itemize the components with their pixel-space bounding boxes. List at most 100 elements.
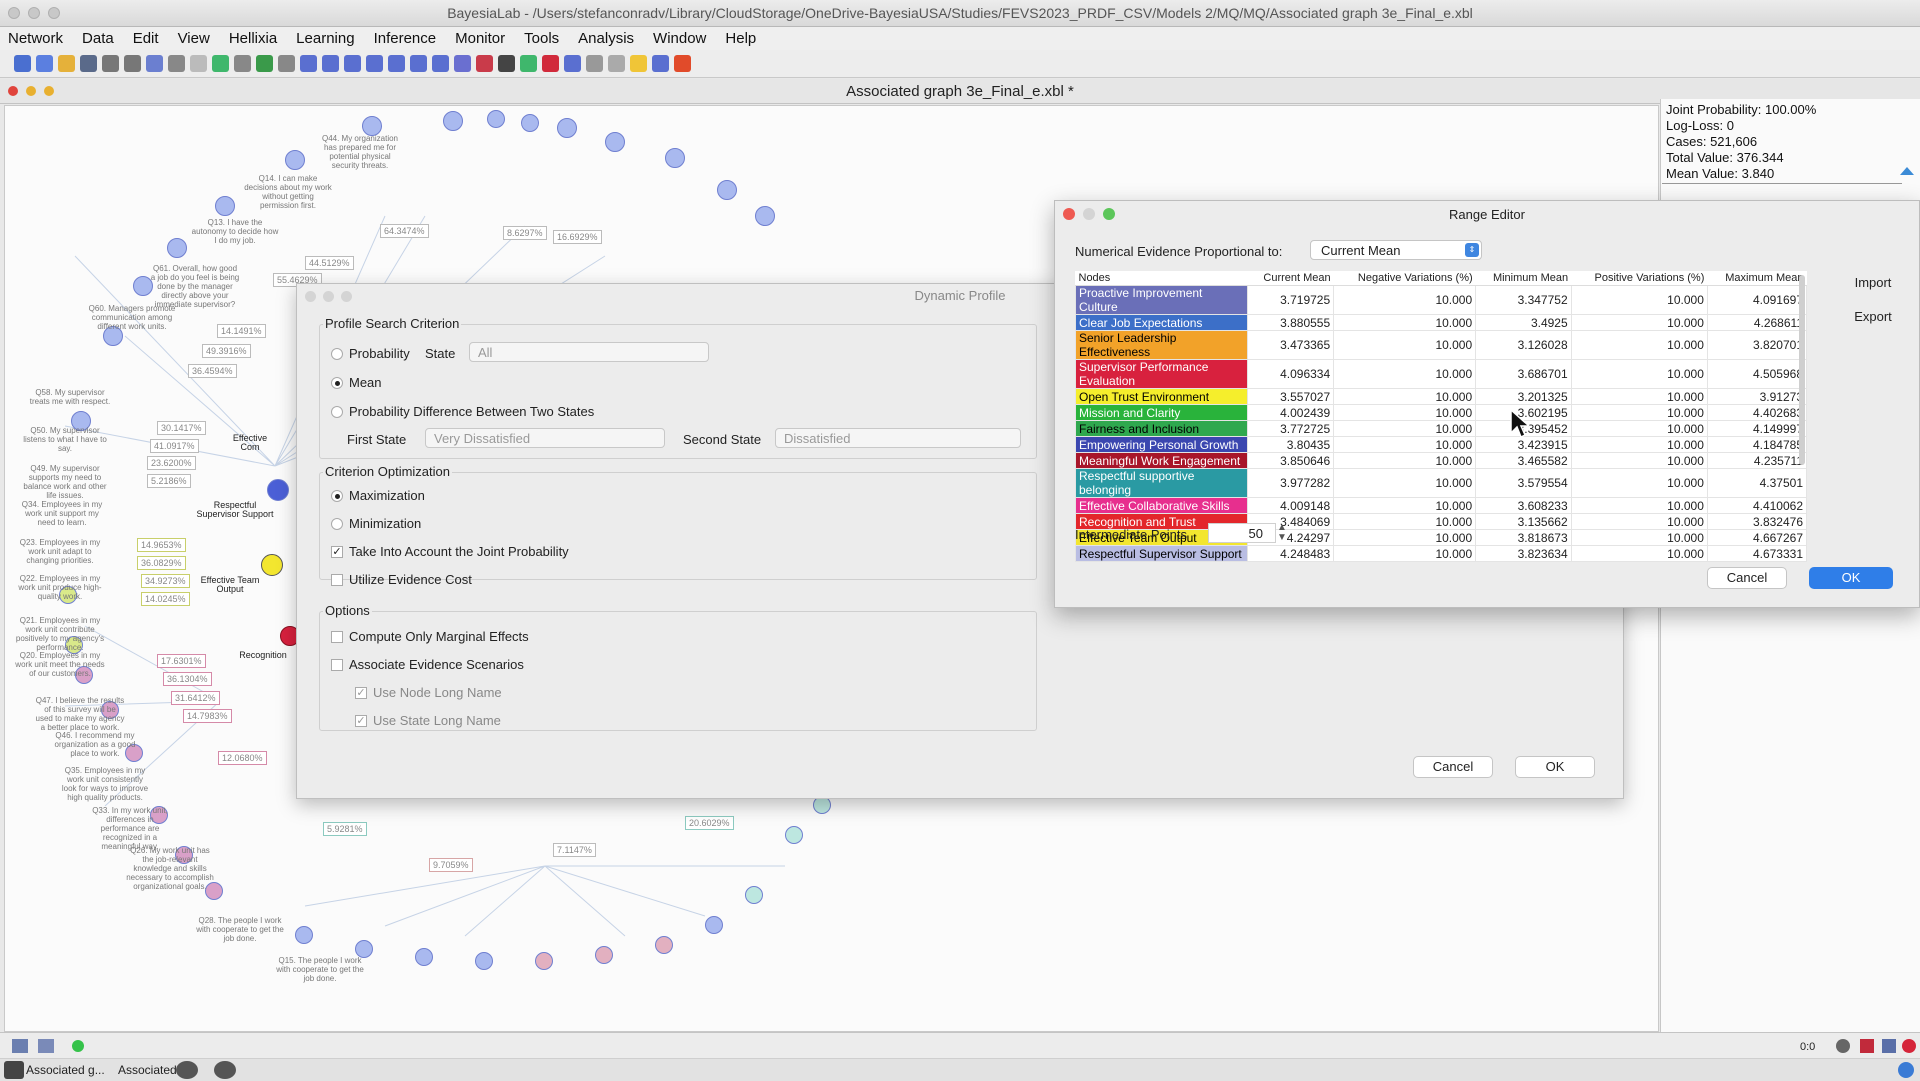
maximum-mean-cell[interactable]: 3.91273 bbox=[1706, 388, 1808, 405]
node-icon[interactable] bbox=[454, 55, 471, 72]
graph-node[interactable] bbox=[285, 150, 305, 170]
positive-variation-cell[interactable]: 10.000 bbox=[1570, 452, 1708, 469]
graph-node[interactable] bbox=[535, 952, 553, 970]
positive-variation-cell[interactable]: 10.000 bbox=[1570, 436, 1708, 453]
minimum-mean-cell[interactable]: 3.608233 bbox=[1475, 497, 1572, 514]
minimization-radio[interactable]: Minimization bbox=[331, 516, 421, 531]
range-table-row[interactable]: Open Trust Environment 3.557027 10.000 3.20… bbox=[1075, 388, 1808, 405]
maximum-mean-cell[interactable]: 4.184785 bbox=[1706, 436, 1808, 453]
redo-icon[interactable] bbox=[278, 55, 295, 72]
orange-tool-icon[interactable] bbox=[674, 55, 691, 72]
rotate-icon[interactable] bbox=[410, 55, 427, 72]
current-mean-cell[interactable]: 3.772725 bbox=[1246, 420, 1335, 437]
note-icon[interactable] bbox=[630, 55, 647, 72]
menu-edit[interactable]: Edit bbox=[133, 30, 159, 47]
negative-variation-cell[interactable]: 10.000 bbox=[1333, 513, 1477, 530]
current-mean-cell[interactable]: 3.880555 bbox=[1246, 314, 1335, 331]
graph-node[interactable] bbox=[717, 180, 737, 200]
graph-node[interactable] bbox=[475, 952, 493, 970]
zoom-out-icon[interactable] bbox=[322, 55, 339, 72]
negative-variation-cell[interactable]: 10.000 bbox=[1333, 359, 1477, 389]
home-icon[interactable] bbox=[14, 55, 31, 72]
chart-icon[interactable] bbox=[498, 55, 515, 72]
negative-variation-cell[interactable]: 10.000 bbox=[1333, 420, 1477, 437]
range-table-row[interactable]: Clear Job Expectations 3.880555 10.000 3.49… bbox=[1075, 314, 1808, 331]
align-icon[interactable] bbox=[388, 55, 405, 72]
intermediate-points-input[interactable]: 50 bbox=[1208, 523, 1276, 543]
layout-icon[interactable] bbox=[366, 55, 383, 72]
scroll-up-icon[interactable] bbox=[1900, 167, 1914, 175]
maximum-mean-cell[interactable]: 4.149997 bbox=[1706, 420, 1808, 437]
current-mean-cell[interactable]: 4.248483 bbox=[1246, 545, 1335, 562]
minimum-mean-cell[interactable]: 3.135662 bbox=[1475, 513, 1572, 530]
graph-node[interactable] bbox=[215, 196, 235, 216]
range-table-row[interactable]: Effective Collaborative Skills 4.009148 10… bbox=[1075, 497, 1808, 514]
graph-node[interactable] bbox=[755, 206, 775, 226]
negative-variation-cell[interactable]: 10.000 bbox=[1333, 314, 1477, 331]
current-mean-cell[interactable]: 4.096334 bbox=[1246, 359, 1335, 389]
negative-variation-cell[interactable]: 10.000 bbox=[1333, 436, 1477, 453]
arrow-tool-icon[interactable] bbox=[12, 1039, 28, 1053]
minimum-mean-cell[interactable]: 3.347752 bbox=[1475, 285, 1572, 315]
graph-node[interactable] bbox=[557, 118, 577, 138]
mean-radio[interactable]: Mean bbox=[331, 375, 382, 390]
range-table-row[interactable]: Proactive Improvement Culture 3.719725 10.… bbox=[1075, 285, 1808, 315]
menu-hellixia[interactable]: Hellixia bbox=[229, 30, 277, 47]
current-mean-cell[interactable]: 3.473365 bbox=[1246, 330, 1335, 360]
maximum-mean-cell[interactable]: 4.235711 bbox=[1706, 452, 1808, 469]
graph-node[interactable] bbox=[785, 826, 803, 844]
current-mean-cell[interactable]: 3.719725 bbox=[1246, 285, 1335, 315]
positive-variation-cell[interactable]: 10.000 bbox=[1570, 513, 1708, 530]
graph-node[interactable] bbox=[415, 948, 433, 966]
current-mean-cell[interactable]: 4.002439 bbox=[1246, 404, 1335, 421]
graph-node[interactable] bbox=[665, 148, 685, 168]
stepper-icon[interactable]: ▲ ▼ bbox=[1277, 523, 1287, 543]
evidence-cost-checkbox[interactable]: Utilize Evidence Cost bbox=[331, 572, 472, 587]
graph-node[interactable] bbox=[267, 479, 289, 501]
ok-button[interactable]: OK bbox=[1515, 756, 1595, 778]
range-table-row[interactable]: Meaningful Work Engagement 3.850646 10.000… bbox=[1075, 452, 1808, 469]
table-scrollbar[interactable] bbox=[1799, 275, 1805, 465]
selection-icon[interactable] bbox=[564, 55, 581, 72]
current-mean-cell[interactable]: 3.850646 bbox=[1246, 452, 1335, 469]
maximum-mean-cell[interactable]: 4.673331 bbox=[1706, 545, 1808, 562]
maximization-radio[interactable]: Maximization bbox=[331, 488, 425, 503]
graph-node[interactable] bbox=[655, 936, 673, 954]
positive-variation-cell[interactable]: 10.000 bbox=[1570, 404, 1708, 421]
negative-variation-cell[interactable]: 10.000 bbox=[1333, 452, 1477, 469]
positive-variation-cell[interactable]: 10.000 bbox=[1570, 468, 1708, 498]
positive-variation-cell[interactable]: 10.000 bbox=[1570, 545, 1708, 562]
undo-icon[interactable] bbox=[256, 55, 273, 72]
graph-node[interactable] bbox=[167, 238, 187, 258]
negative-variation-cell[interactable]: 10.000 bbox=[1333, 529, 1477, 546]
new-network-icon[interactable] bbox=[36, 55, 53, 72]
graph-node[interactable] bbox=[605, 132, 625, 152]
cancel-button[interactable]: Cancel bbox=[1707, 567, 1787, 589]
cut-icon[interactable] bbox=[190, 55, 207, 72]
monitor-icon[interactable] bbox=[432, 55, 449, 72]
maximum-mean-cell[interactable]: 4.505968 bbox=[1706, 359, 1808, 389]
graph-node[interactable] bbox=[261, 554, 283, 576]
minimum-mean-cell[interactable]: 3.823634 bbox=[1475, 545, 1572, 562]
negative-variation-cell[interactable]: 10.000 bbox=[1333, 404, 1477, 421]
negative-variation-cell[interactable]: 10.000 bbox=[1333, 388, 1477, 405]
range-table-row[interactable]: Empowering Personal Growth 3.80435 10.000 3… bbox=[1075, 436, 1808, 453]
menu-analysis[interactable]: Analysis bbox=[578, 30, 634, 47]
node-long-name-checkbox[interactable]: ✓ Use Node Long Name bbox=[355, 685, 502, 700]
menu-network[interactable]: Network bbox=[8, 30, 63, 47]
target-node-icon[interactable] bbox=[476, 55, 493, 72]
graph-node[interactable] bbox=[745, 886, 763, 904]
paste-icon[interactable] bbox=[234, 55, 251, 72]
menu-help[interactable]: Help bbox=[725, 30, 756, 47]
print-preview-icon[interactable] bbox=[146, 55, 163, 72]
minimum-mean-cell[interactable]: 3.201325 bbox=[1475, 388, 1572, 405]
current-mean-cell[interactable]: 3.80435 bbox=[1246, 436, 1335, 453]
minimum-mean-cell[interactable]: 3.126028 bbox=[1475, 330, 1572, 360]
positive-variation-cell[interactable]: 10.000 bbox=[1570, 388, 1708, 405]
positive-variation-cell[interactable]: 10.000 bbox=[1570, 497, 1708, 514]
chat-icon[interactable] bbox=[176, 1061, 198, 1079]
current-mean-cell[interactable]: 3.557027 bbox=[1246, 388, 1335, 405]
maximum-mean-cell[interactable]: 3.832476 bbox=[1706, 513, 1808, 530]
current-mean-cell[interactable]: 4.009148 bbox=[1246, 497, 1335, 514]
proportional-select[interactable]: Current Mean ⇕ bbox=[1310, 240, 1482, 260]
